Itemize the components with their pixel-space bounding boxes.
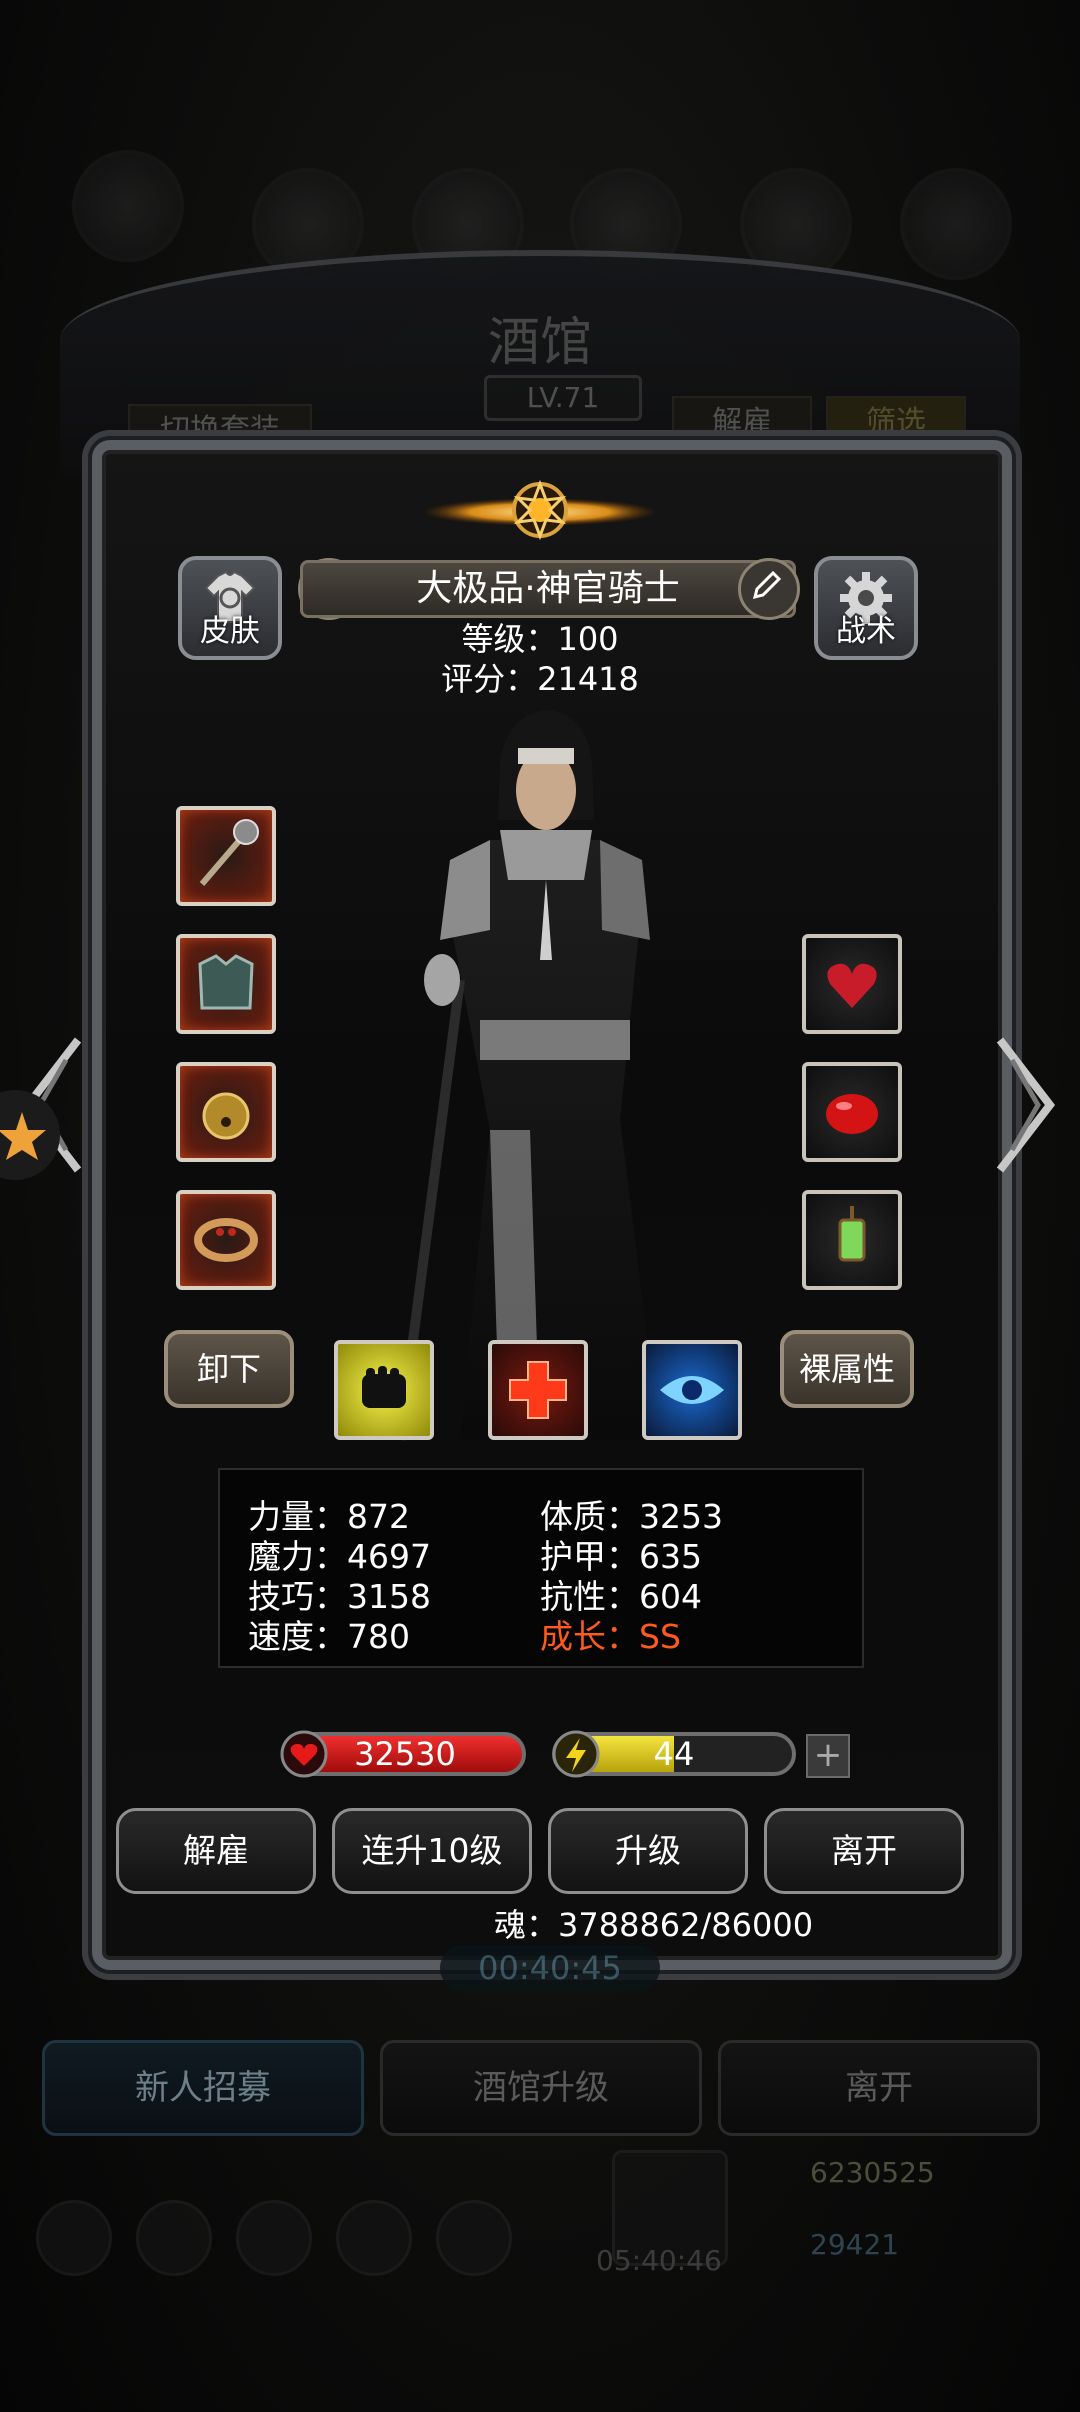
level-up-button[interactable]: 升级	[548, 1808, 748, 1894]
heart-gem-icon	[827, 963, 877, 1008]
fist-icon	[362, 1366, 406, 1408]
equip-slot-armor[interactable]	[176, 934, 276, 1034]
ring-icon	[194, 1218, 258, 1262]
add-energy-button[interactable]: +	[806, 1734, 850, 1778]
skill-slot-1[interactable]	[334, 1340, 434, 1440]
level-up-10-button[interactable]: 连升10级	[332, 1808, 532, 1894]
floating-assistant-button[interactable]	[0, 1090, 60, 1180]
gold-amount: 6230525	[810, 2156, 935, 2189]
bg-leave-button[interactable]: 离开	[718, 2040, 1040, 2136]
hero-score: 评分：21418	[441, 660, 639, 698]
pencil-icon	[752, 570, 782, 600]
red-stone-icon	[826, 1094, 878, 1134]
lantern-icon	[838, 1206, 866, 1262]
edit-name-button[interactable]	[738, 558, 800, 620]
equip-slot-accessory[interactable]	[176, 1062, 276, 1162]
next-hero-button[interactable]	[990, 1030, 1060, 1180]
leave-button[interactable]: 离开	[764, 1808, 964, 1894]
dismiss-button[interactable]: 解雇	[116, 1808, 316, 1894]
bell-icon	[202, 1092, 250, 1140]
equip-slot-weapon[interactable]	[176, 806, 276, 906]
hero-name: 大极品·神官骑士	[300, 560, 796, 618]
crest-emblem-icon	[422, 479, 658, 541]
tavern-level: LV.71	[484, 375, 642, 421]
bottom-nav-icon-3[interactable]	[236, 2200, 312, 2276]
equip-slot-heart[interactable]	[802, 934, 902, 1034]
equip-slot-stone[interactable]	[802, 1062, 902, 1162]
equip-slot-lantern[interactable]	[802, 1190, 902, 1290]
hero-portrait-icon	[72, 150, 184, 262]
skill-slot-3[interactable]	[642, 1340, 742, 1440]
tavern-title: 酒馆	[487, 313, 592, 373]
menu-icon-5	[900, 168, 1012, 280]
star-icon	[0, 1112, 46, 1160]
blue-eye-icon	[660, 1376, 724, 1404]
lightning-icon	[552, 1730, 600, 1778]
unequip-button[interactable]: 卸下	[164, 1330, 294, 1408]
bottom-nav-icon-5[interactable]	[436, 2200, 512, 2276]
skill-slot-2[interactable]	[488, 1340, 588, 1440]
heart-icon	[280, 1730, 328, 1778]
stat-speed: 速度：780	[248, 1617, 410, 1656]
chest-timer: 05:40:46	[596, 2244, 722, 2277]
equip-slot-ring[interactable]	[176, 1190, 276, 1290]
mace-icon	[199, 819, 259, 886]
armor-icon	[198, 954, 254, 1010]
base-attributes-button[interactable]: 裸属性	[780, 1330, 914, 1408]
stat-growth: 成长：SS	[540, 1617, 681, 1656]
soul-count: 魂：3788862/86000	[494, 1906, 814, 1944]
recruit-button[interactable]: 新人招募	[42, 2040, 364, 2136]
red-cross-icon	[509, 1361, 567, 1419]
gem-amount: 29421	[810, 2228, 900, 2261]
bottom-nav-icon-1[interactable]	[36, 2200, 112, 2276]
tavern-timer: 00:40:45	[440, 1945, 660, 1991]
bottom-nav-icon-2[interactable]	[136, 2200, 212, 2276]
bottom-nav-icon-4[interactable]	[336, 2200, 412, 2276]
upgrade-tavern-button[interactable]: 酒馆升级	[380, 2040, 702, 2136]
